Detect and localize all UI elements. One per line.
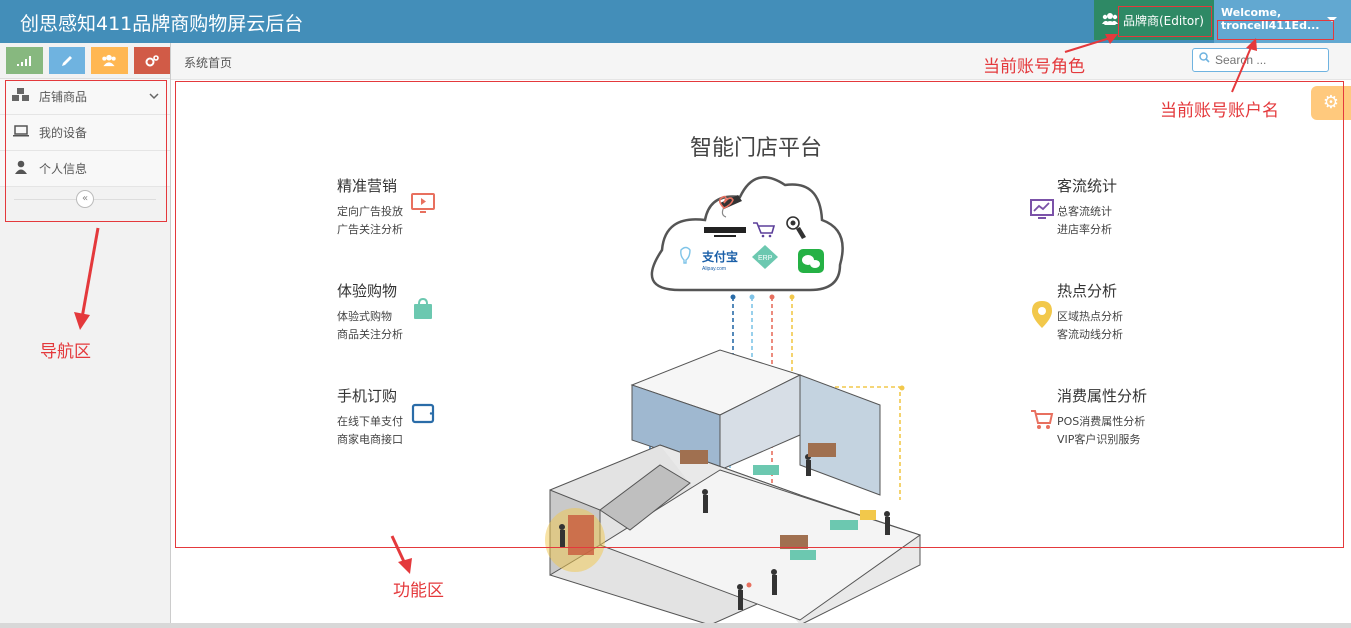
annotation-arrows — [74, 34, 1257, 574]
annotation-account: 当前账号账户名 — [1160, 101, 1279, 121]
annotation-func: 功能区 — [393, 581, 444, 601]
annotation-nav: 导航区 — [40, 342, 91, 362]
annotation-role: 当前账号角色 — [983, 57, 1085, 77]
bottom-scrollbar-strip — [0, 623, 1351, 628]
